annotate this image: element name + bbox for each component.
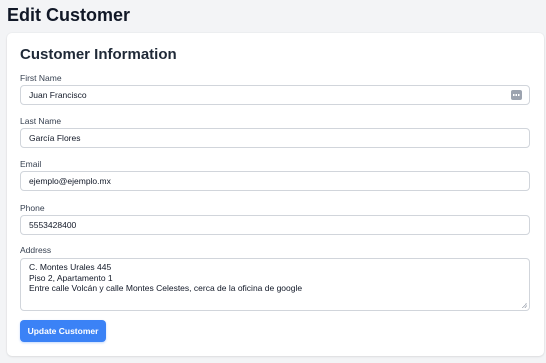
last-name-input[interactable]: García Flores (20, 128, 530, 148)
customer-form-card: Customer Information First Name Juan Fra… (7, 33, 544, 356)
email-input[interactable]: ejemplo@ejemplo.mx (20, 171, 530, 191)
first-name-label: First Name (20, 73, 62, 83)
page-title: Edit Customer (7, 5, 131, 25)
update-customer-button[interactable]: Update Customer (20, 320, 106, 342)
autofill-icon[interactable] (511, 90, 522, 100)
last-name-label: Last Name (20, 116, 62, 126)
address-line: Piso 2, Apartamento 1 (29, 272, 113, 283)
address-label: Address (20, 245, 52, 255)
address-line: Entre calle Volcán y calle Montes Celest… (29, 283, 303, 293)
first-name-input[interactable]: Juan Francisco (20, 85, 530, 105)
address-textarea[interactable]: C. Montes Urales 445 Piso 2, Apartamento… (20, 258, 530, 311)
resize-grip-icon[interactable] (522, 303, 527, 308)
card-title: Customer Information (20, 46, 177, 63)
address-line: C. Montes Urales 445 (29, 262, 112, 272)
phone-label: Phone (20, 203, 45, 213)
phone-input[interactable]: 5553428400 (20, 215, 530, 235)
email-label: Email (20, 159, 42, 169)
